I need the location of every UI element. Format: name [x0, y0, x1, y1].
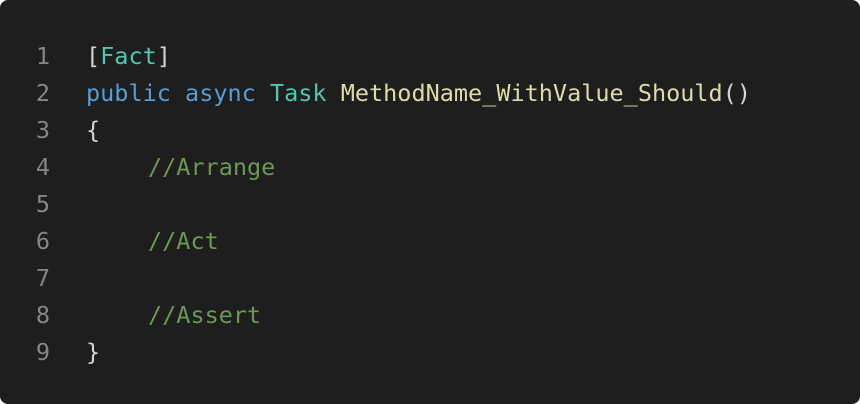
code-line-4: 4 //Arrange — [0, 148, 860, 185]
code-line-7: 7 — [0, 259, 860, 296]
async-keyword-token: async — [185, 78, 256, 107]
line-number: 3 — [35, 115, 50, 144]
attribute-token: Fact — [100, 41, 157, 70]
code-editor: 1 [Fact] 2 public async Task MethodName_… — [0, 0, 860, 404]
code-line-5: 5 — [0, 185, 860, 222]
close-bracket-token: ] — [156, 41, 171, 70]
line-number: 2 — [35, 78, 50, 107]
line-number: 9 — [35, 337, 50, 366]
line-number: 8 — [35, 300, 50, 329]
act-comment-token: //Act — [148, 226, 219, 255]
code-content[interactable]: //Act — [86, 227, 219, 255]
close-brace-token: } — [86, 337, 101, 366]
code-line-1: 1 [Fact] — [0, 37, 860, 74]
open-brace-token: { — [86, 115, 101, 144]
arrange-comment-token: //Arrange — [148, 152, 276, 181]
line-number: 5 — [35, 189, 50, 218]
code-content[interactable]: } — [86, 338, 100, 366]
public-keyword-token: public — [86, 78, 171, 107]
open-bracket-token: [ — [86, 41, 101, 70]
code-content[interactable]: //Assert — [86, 301, 261, 329]
task-type-token: Task — [269, 78, 327, 107]
code-line-9: 9 } — [0, 333, 860, 370]
code-line-8: 8 //Assert — [0, 296, 860, 333]
code-line-3: 3 { — [0, 111, 860, 148]
method-name-token: MethodName_WithValue_Should — [340, 78, 723, 107]
code-content[interactable]: [Fact] — [86, 42, 171, 70]
parentheses-token: () — [722, 78, 752, 107]
code-line-6: 6 //Act — [0, 222, 860, 259]
line-number: 6 — [35, 226, 50, 255]
code-content[interactable]: //Arrange — [86, 153, 275, 181]
code-content[interactable]: { — [86, 116, 100, 144]
line-number: 4 — [35, 152, 50, 181]
line-number: 7 — [35, 263, 50, 292]
line-number: 1 — [35, 41, 50, 70]
code-content[interactable]: public async Task MethodName_WithValue_S… — [86, 79, 751, 107]
code-line-2: 2 public async Task MethodName_WithValue… — [0, 74, 860, 111]
assert-comment-token: //Assert — [148, 300, 262, 329]
